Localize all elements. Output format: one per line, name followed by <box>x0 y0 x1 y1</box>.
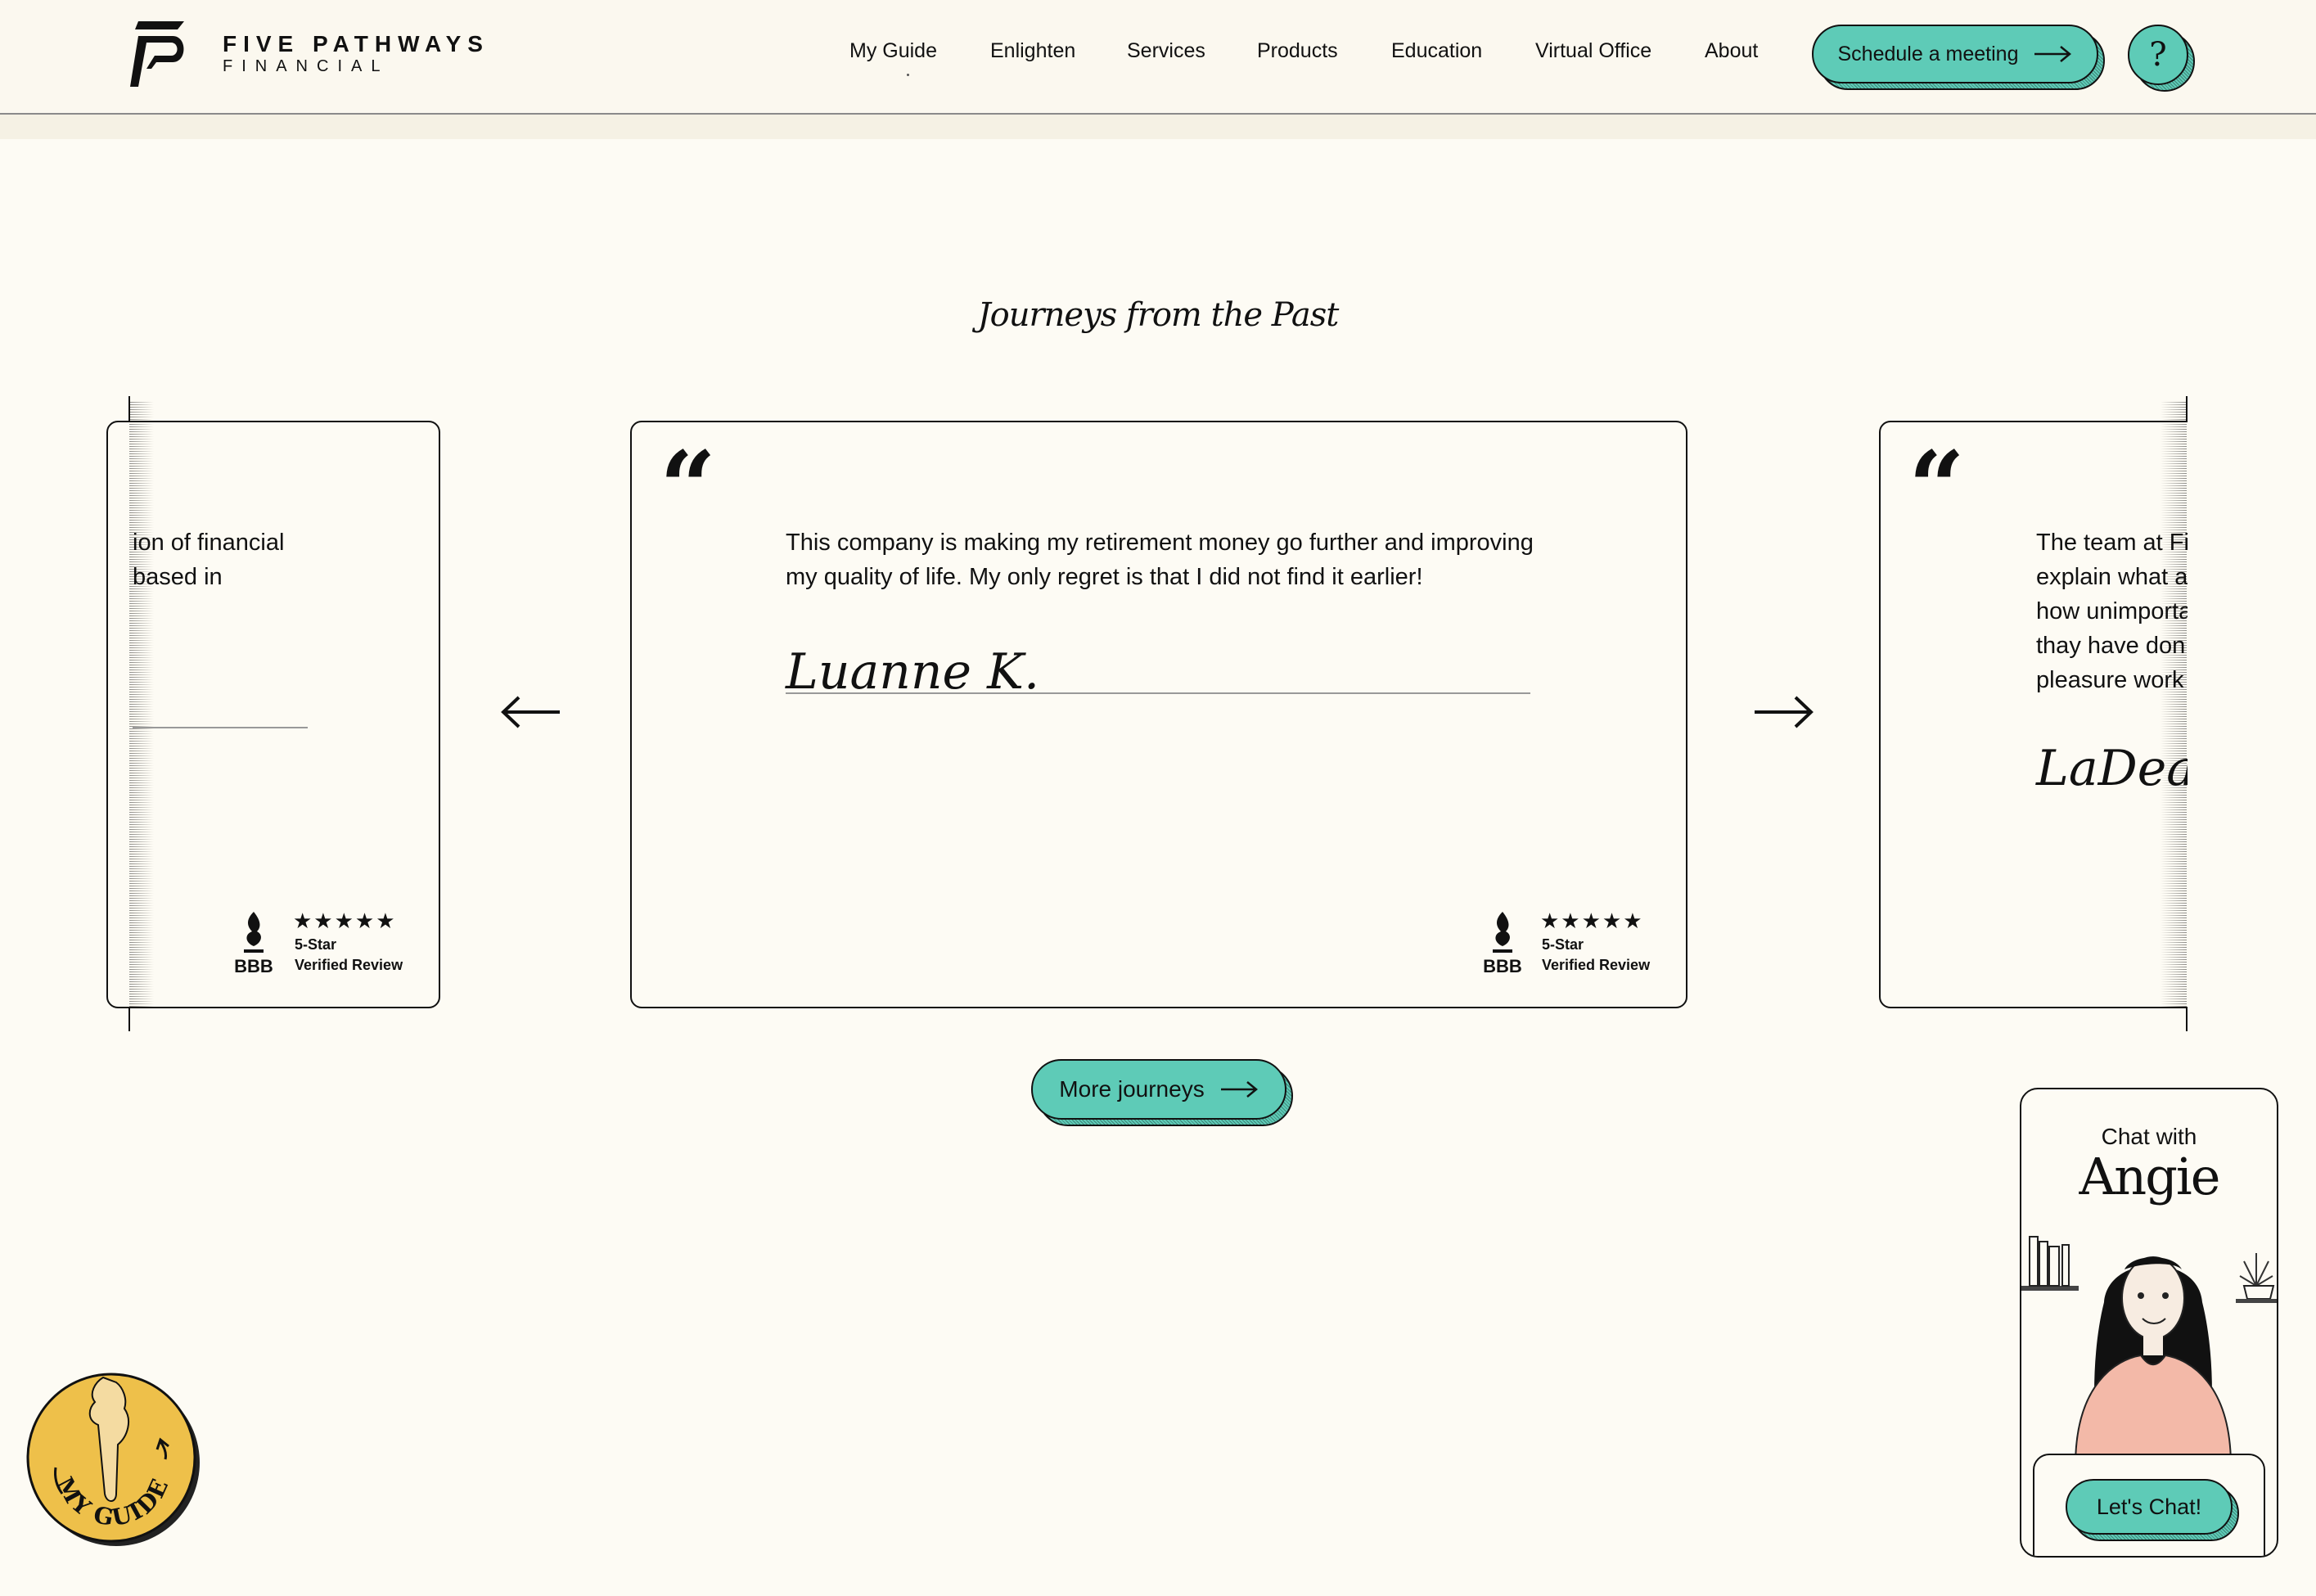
my-guide-button[interactable]: MY GUIDE <box>25 1371 201 1548</box>
arrow-right-icon <box>2034 46 2072 62</box>
quote-mark-icon: “ <box>660 430 717 545</box>
bbb-logo-text: BBB <box>1483 956 1522 976</box>
prev-quote-line: based in <box>133 564 223 590</box>
carousel-mask-right <box>2188 401 2316 1023</box>
nav-products[interactable]: Products <box>1257 39 1338 63</box>
nav-active-indicator <box>907 74 909 76</box>
five-star-rating: ★★★★★ <box>293 908 397 933</box>
chat-agent-name: Angie <box>2079 1147 2221 1206</box>
nav-about[interactable]: About <box>1705 39 1758 63</box>
arrow-left-icon[interactable] <box>501 694 561 730</box>
bbb-logo-icon: BBB <box>234 912 273 976</box>
next-card-fade <box>2161 401 2187 1007</box>
nav-education[interactable]: Education <box>1391 39 1482 63</box>
schedule-meeting-label: Schedule a meeting <box>1837 42 2019 65</box>
signature-line <box>786 692 1530 694</box>
testimonial-card-active: “ This company is making my retirement m… <box>630 421 1687 1008</box>
nav-my-guide[interactable]: My Guide <box>849 39 937 63</box>
prev-quote-line: ion of financial <box>133 530 285 556</box>
arrow-right-icon[interactable] <box>1753 694 1814 730</box>
chat-widget[interactable]: Chat with Angie Let's Chat! <box>2020 1088 2278 1558</box>
testimonial-quote: This company is making my retirement mon… <box>786 530 1534 590</box>
prev-card-fade <box>129 401 154 1007</box>
five-pathways-logo-icon[interactable] <box>127 18 189 88</box>
badge-line-1: 5-Star <box>1542 936 1584 953</box>
bbb-logo-icon: BBB <box>1483 912 1522 976</box>
schedule-meeting-button[interactable]: Schedule a meeting <box>1812 25 2098 83</box>
avatar <box>2074 1256 2233 1466</box>
nav-enlighten[interactable]: Enlighten <box>990 39 1075 63</box>
arrow-right-icon <box>1220 1081 1258 1098</box>
prev-signature-line <box>133 727 308 728</box>
help-label: ? <box>2149 36 2167 74</box>
brand-name: FIVE PATHWAYS <box>223 31 489 56</box>
help-button[interactable]: ? <box>2128 25 2188 85</box>
header-subband <box>0 115 2316 139</box>
five-star-rating: ★★★★★ <box>1540 908 1644 933</box>
quote-mark-icon: “ <box>1908 430 1966 545</box>
testimonial-card-prev: ion of financial based in BBB ★★★★★ 5-St… <box>106 421 440 1008</box>
lets-chat-button[interactable]: Let's Chat! <box>2066 1479 2233 1535</box>
nav-virtual-office[interactable]: Virtual Office <box>1535 39 1651 63</box>
badge-line-2: Verified Review <box>295 957 403 973</box>
bbb-logo-text: BBB <box>234 956 273 976</box>
more-journeys-label: More journeys <box>1059 1076 1205 1102</box>
brand-subname: FINANCIAL <box>223 57 390 75</box>
section-title: Journeys from the Past <box>977 296 1340 334</box>
lets-chat-label: Let's Chat! <box>2096 1494 2202 1519</box>
badge-line-1: 5-Star <box>295 936 337 953</box>
more-journeys-button[interactable]: More journeys <box>1031 1059 1286 1120</box>
nav-services[interactable]: Services <box>1127 39 1205 63</box>
site-header: FIVE PATHWAYS FINANCIAL My Guide Enlight… <box>0 0 2316 115</box>
badge-line-2: Verified Review <box>1542 957 1651 973</box>
